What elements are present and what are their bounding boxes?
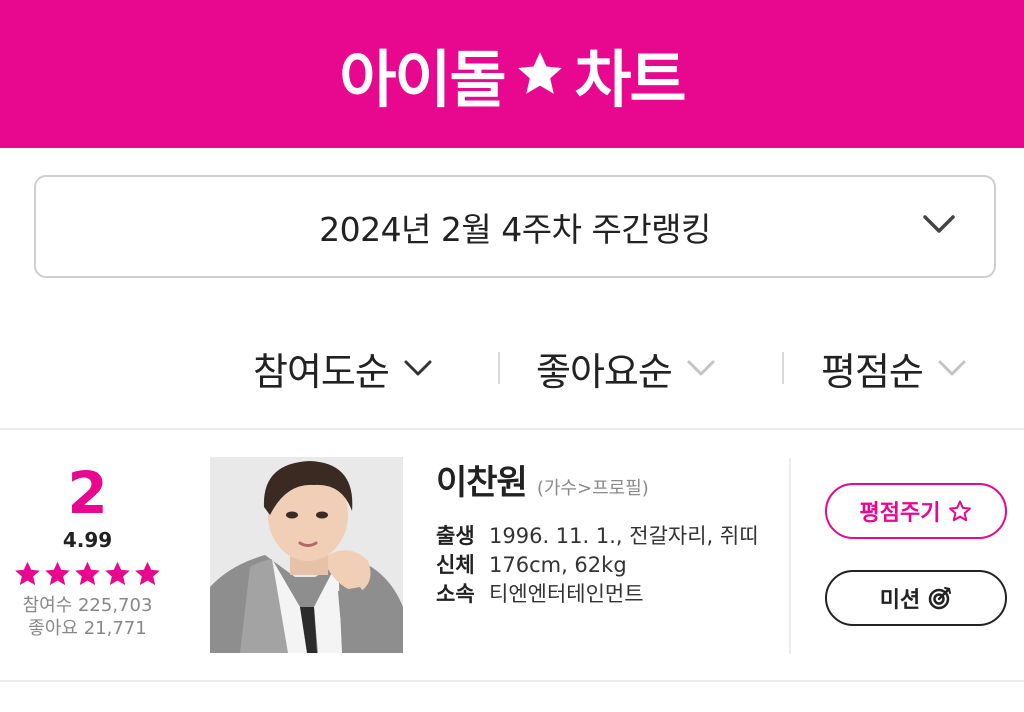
sort-likes-label: 좋아요순 <box>536 349 673 394</box>
star-icon <box>135 561 160 586</box>
row-divider <box>0 428 1024 430</box>
target-icon <box>928 587 952 610</box>
artist-info: 이찬원 (가수>프로필) 출생 1996. 11. 1., 전갈자리, 쥐띠 신… <box>436 455 771 609</box>
detail-birth-key: 출생 <box>436 524 475 548</box>
sort-divider <box>498 352 500 384</box>
sort-divider <box>782 352 784 384</box>
detail-agency: 소속 티엔엔터테인먼트 <box>436 580 771 609</box>
detail-body: 신체 176cm, 62kg <box>436 551 771 580</box>
artist-name: 이찬원 <box>436 463 528 503</box>
sort-bar: 참여도순 좋아요순 평점순 <box>0 330 1024 406</box>
sort-participation-label: 참여도순 <box>253 349 390 394</box>
star-outline-icon <box>949 500 972 522</box>
sort-rating[interactable]: 평점순 <box>821 330 967 406</box>
week-ranking-select[interactable]: 2024년 2월 4주차 주간랭킹 <box>34 175 996 278</box>
star-icon <box>15 561 40 586</box>
star-icon <box>75 561 100 586</box>
rating-stars <box>0 560 175 588</box>
sort-rating-label: 평점순 <box>821 349 924 394</box>
rating-score: 4.99 <box>62 528 113 552</box>
row-divider <box>0 680 1024 682</box>
star-icon <box>105 561 130 586</box>
participant-count: 참여수 225,703 <box>22 595 153 616</box>
chevron-down-icon <box>923 215 955 233</box>
like-count: 좋아요 21,771 <box>28 618 147 639</box>
chevron-down-icon <box>404 360 432 376</box>
mission-button-label: 미션 <box>879 588 921 613</box>
sort-participation[interactable]: 참여도순 <box>253 330 433 406</box>
detail-birth: 출생 1996. 11. 1., 전갈자리, 쥐띠 <box>436 522 771 551</box>
detail-body-value: 176cm, 62kg <box>489 553 627 577</box>
column-divider <box>789 458 791 654</box>
detail-body-key: 신체 <box>436 553 475 577</box>
star-icon <box>45 561 70 586</box>
rank-number: 2 <box>67 459 108 527</box>
chevron-down-icon <box>687 360 715 376</box>
logo-text-left: 아이돌 <box>339 43 506 116</box>
detail-agency-key: 소속 <box>436 582 475 606</box>
profile-link[interactable]: (가수>프로필) <box>537 474 649 500</box>
app-header: 아이돌 차트 <box>0 0 1024 148</box>
sort-likes[interactable]: 좋아요순 <box>536 330 716 406</box>
artist-photo-image <box>210 457 403 653</box>
rate-button-label: 평점주기 <box>859 501 941 526</box>
logo-text-right: 차트 <box>574 43 687 116</box>
app-logo[interactable]: 아이돌 차트 <box>339 29 687 119</box>
week-ranking-label: 2024년 2월 4주차 주간랭킹 <box>319 209 711 249</box>
rank-summary: 2 4.99 참여수 225,703 좋아요 21,771 <box>0 458 175 640</box>
star-icon <box>517 52 562 94</box>
mission-button[interactable]: 미션 <box>825 570 1007 626</box>
detail-birth-value: 1996. 11. 1., 전갈자리, 쥐띠 <box>489 524 759 548</box>
chevron-down-icon <box>938 360 966 376</box>
detail-agency-value: 티엔엔터테인먼트 <box>489 582 644 606</box>
artist-photo[interactable] <box>210 457 403 653</box>
rate-button[interactable]: 평점주기 <box>825 483 1007 539</box>
